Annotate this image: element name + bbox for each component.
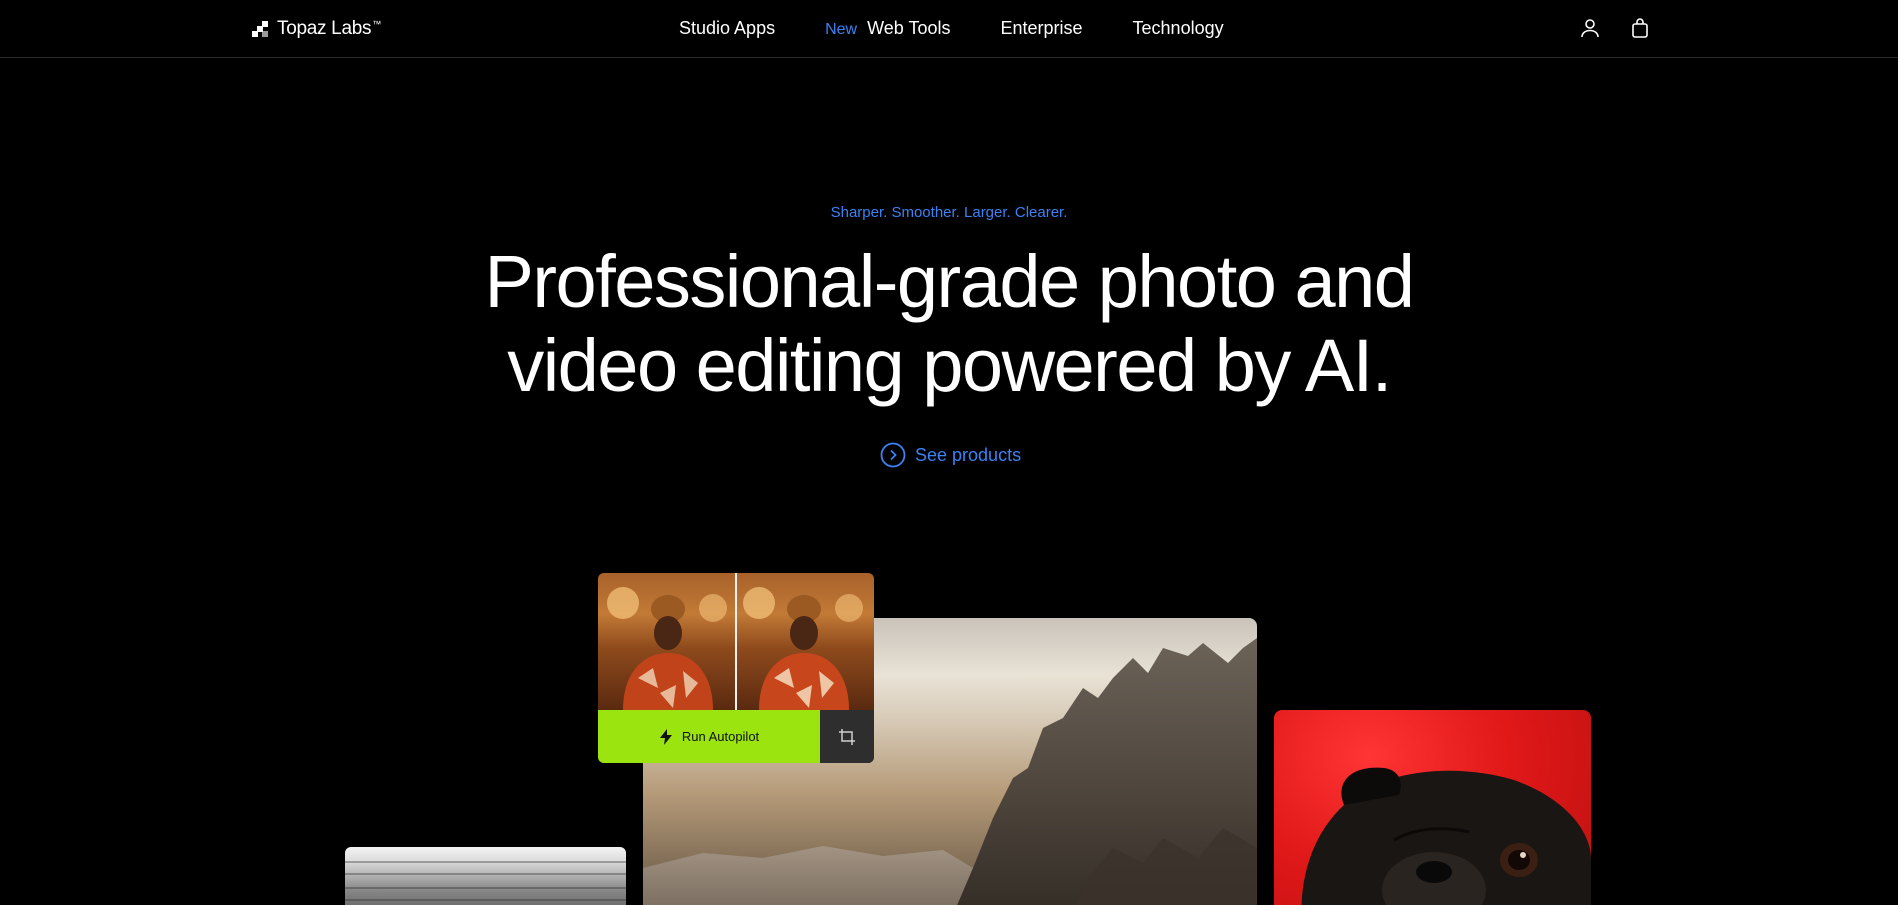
headline-line-1: Professional-grade photo and <box>484 240 1415 323</box>
user-icon[interactable] <box>1578 16 1602 40</box>
new-badge: New <box>825 21 858 38</box>
portrait-after-image <box>737 573 874 710</box>
monochrome-image-card <box>345 847 626 905</box>
nav-actions <box>1578 16 1652 40</box>
run-autopilot-label: Run Autopilot <box>681 729 760 744</box>
topaz-labs-logo[interactable]: Topaz Labs™ <box>252 18 381 40</box>
crop-icon <box>839 728 855 745</box>
pug-portrait-image <box>1274 710 1591 905</box>
nav-studio-apps[interactable]: Studio Apps <box>679 18 775 39</box>
brand-name: Topaz Labs™ <box>277 18 381 39</box>
see-products-link[interactable]: See products <box>880 442 1021 468</box>
chevron-circle-right-icon <box>880 442 906 468</box>
run-autopilot-button[interactable]: Run Autopilot <box>598 710 820 763</box>
nav-web-tools[interactable]: New Web Tools <box>825 18 950 39</box>
main-menu: Studio Apps New Web Tools Enterprise Tech… <box>679 18 1224 39</box>
topaz-logo-icon <box>252 21 268 37</box>
see-products-label: See products <box>915 444 1022 465</box>
headline-line-2: video editing powered by AI. <box>507 324 1392 407</box>
top-navigation: Topaz Labs™ Studio Apps New Web Tools Ent… <box>0 0 1898 58</box>
hero-headline: Professional-grade photo and video editi… <box>0 240 1898 408</box>
nav-web-tools-label: Web Tools <box>867 18 951 38</box>
autopilot-preview-card: Run Autopilot <box>598 573 874 763</box>
lightning-bolt-icon <box>659 728 672 745</box>
shopping-bag-icon[interactable] <box>1628 16 1652 40</box>
nav-technology[interactable]: Technology <box>1133 18 1224 39</box>
hero-tagline: Sharper. Smoother. Larger. Clearer. <box>830 204 1068 221</box>
crop-tool-button[interactable] <box>820 710 874 763</box>
nav-enterprise[interactable]: Enterprise <box>1000 18 1082 39</box>
portrait-before-image <box>598 573 735 710</box>
